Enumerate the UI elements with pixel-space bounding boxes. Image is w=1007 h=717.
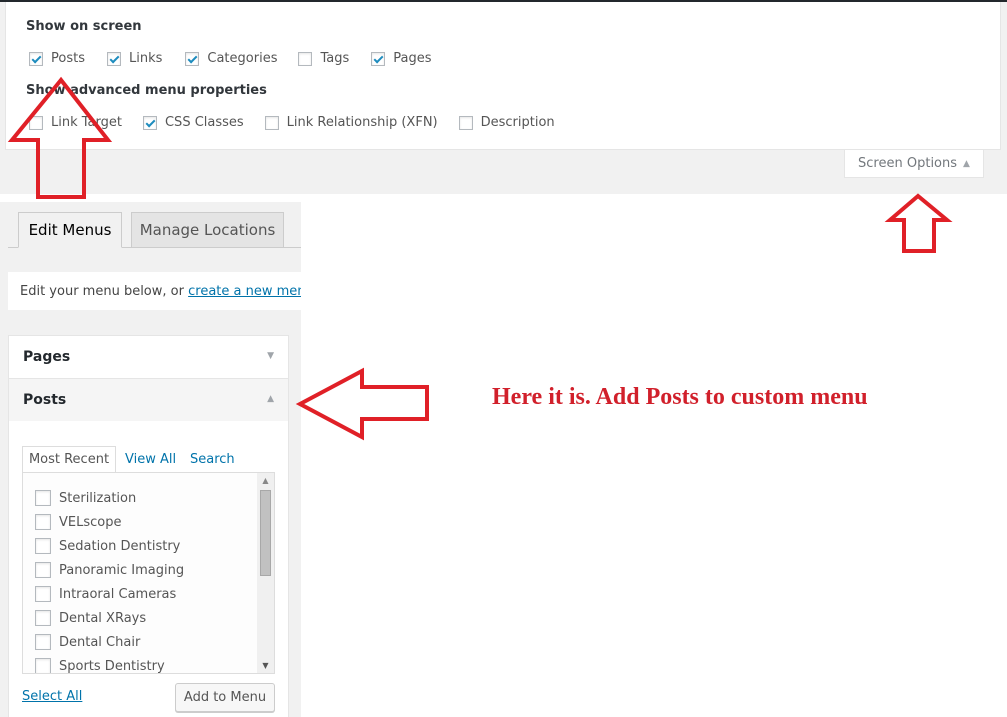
accordion-pages-title: Pages [23,349,71,365]
scroll-up-arrow-icon[interactable]: ▲ [257,476,274,485]
posts-list: Sterilization VELscope Sedation Dentistr… [22,472,275,674]
post-checkbox[interactable] [35,586,51,602]
tab-search[interactable]: Search [190,446,235,472]
add-to-menu-button[interactable]: Add to Menu [175,683,275,712]
post-checkbox[interactable] [35,514,51,530]
list-item[interactable]: Dental XRays [35,610,146,626]
post-checkbox[interactable] [35,610,51,626]
advanced-properties-heading: Show advanced menu properties [26,83,267,98]
list-item[interactable]: Dental Chair [35,634,140,650]
categories-checkbox[interactable] [185,51,200,66]
list-scrollbar[interactable]: ▲ ▼ [257,473,274,673]
tab-view-all[interactable]: View All [125,446,176,472]
option-links[interactable]: Links [106,51,162,66]
links-checkbox[interactable] [106,51,121,66]
arrow-up-small-annotation-icon [884,193,953,253]
accordion-posts-title: Posts [23,392,67,408]
post-checkbox[interactable] [35,658,51,673]
annotation-text: Here it is. Add Posts to custom menu [492,384,868,410]
list-item[interactable]: Sports Dentistry [35,658,165,673]
screen-options-label: Screen Options [858,156,958,171]
accordion-pages[interactable]: Pages ▼ [8,335,289,379]
tab-manage-locations[interactable]: Manage Locations [131,212,284,248]
advanced-properties-options: Link Target CSS Classes Link Relationshi… [29,115,555,130]
caret-up-icon: ▲ [963,158,970,169]
post-checkbox[interactable] [35,538,51,554]
notice-text: Edit your menu below, or [20,283,184,299]
show-on-screen-heading: Show on screen [26,19,142,34]
screen-options-toggle-button[interactable]: Screen Options ▲ [844,150,984,178]
option-link-relationship[interactable]: Link Relationship (XFN) [264,115,438,130]
arrow-left-annotation-icon [295,367,429,441]
option-posts[interactable]: Posts [29,51,85,66]
pages-checkbox[interactable] [371,51,386,66]
scroll-down-arrow-icon[interactable]: ▼ [257,661,274,670]
post-checkbox[interactable] [35,634,51,650]
list-item[interactable]: Intraoral Cameras [35,586,176,602]
option-description[interactable]: Description [458,115,555,130]
option-link-target[interactable]: Link Target [29,115,122,130]
option-pages[interactable]: Pages [371,51,432,66]
show-on-screen-options: Posts Links Categories Tags Pages [29,51,432,66]
posts-checkbox[interactable] [29,51,43,66]
post-checkbox[interactable] [35,490,51,506]
accordion-posts[interactable]: Posts ▲ [8,378,289,422]
tags-checkbox[interactable] [298,51,313,66]
list-item[interactable]: Sedation Dentistry [35,538,180,554]
caret-up-icon: ▲ [267,394,274,404]
create-new-menu-link[interactable]: create a new menu [188,284,301,299]
list-item[interactable]: Sterilization [35,490,136,506]
description-checkbox[interactable] [458,115,473,130]
option-css-classes[interactable]: CSS Classes [142,115,244,130]
select-all-link[interactable]: Select All [22,689,82,704]
list-item[interactable]: Panoramic Imaging [35,562,184,578]
list-item[interactable]: VELscope [35,514,121,530]
tab-edit-menus[interactable]: Edit Menus [18,212,122,248]
link-target-checkbox[interactable] [29,115,43,130]
option-categories[interactable]: Categories [185,51,277,66]
scrollbar-thumb[interactable] [260,490,271,576]
edit-menu-notice: Edit your menu below, or create a new me… [8,272,301,310]
tab-most-recent[interactable]: Most Recent [22,446,116,472]
link-relationship-checkbox[interactable] [264,115,279,130]
caret-down-icon: ▼ [267,351,274,361]
css-classes-checkbox[interactable] [142,115,157,130]
post-checkbox[interactable] [35,562,51,578]
option-tags[interactable]: Tags [298,51,349,66]
